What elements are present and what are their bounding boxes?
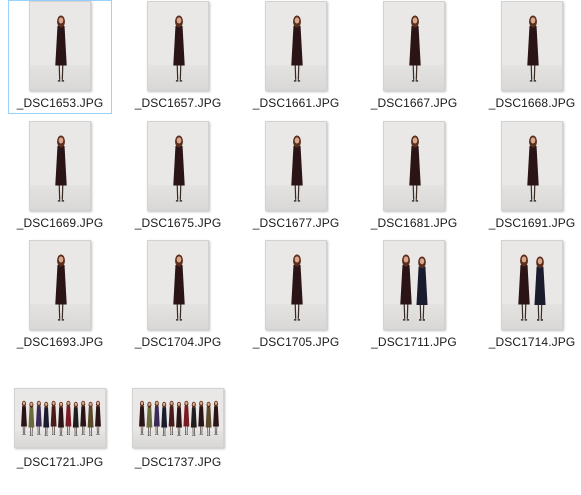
file-name: _DSC1691.JPG <box>488 216 576 230</box>
file-name: _DSC1677.JPG <box>252 216 340 230</box>
image-thumbnail <box>14 388 106 448</box>
file-name: _DSC1675.JPG <box>134 216 222 230</box>
file-name: _DSC1669.JPG <box>16 216 104 230</box>
file-name: _DSC1653.JPG <box>16 96 104 110</box>
file-name: _DSC1661.JPG <box>252 96 340 110</box>
file-item[interactable]: _DSC1714.JPG <box>480 239 581 353</box>
file-name: _DSC1721.JPG <box>16 455 104 469</box>
image-thumbnail <box>265 1 327 91</box>
file-name: _DSC1737.JPG <box>134 455 222 469</box>
image-thumbnail <box>501 121 563 211</box>
file-item[interactable]: _DSC1704.JPG <box>126 239 230 353</box>
file-thumbnail-grid: _DSC1653.JPG _DSC1657.JPG _DSC1661.JPG _… <box>0 0 581 495</box>
file-name: _DSC1693.JPG <box>16 335 104 349</box>
file-item[interactable]: _DSC1657.JPG <box>126 0 230 114</box>
file-item[interactable]: _DSC1693.JPG <box>8 239 112 353</box>
file-name: _DSC1681.JPG <box>370 216 458 230</box>
file-item[interactable]: _DSC1711.JPG <box>362 239 466 353</box>
file-item[interactable]: _DSC1661.JPG <box>244 0 348 114</box>
file-item[interactable]: _DSC1681.JPG <box>362 120 466 234</box>
image-thumbnail <box>383 1 445 91</box>
image-thumbnail <box>29 240 91 330</box>
image-thumbnail <box>147 121 209 211</box>
image-thumbnail <box>265 121 327 211</box>
image-thumbnail <box>501 240 563 330</box>
file-item[interactable]: _DSC1721.JPG <box>8 359 112 473</box>
image-thumbnail <box>383 240 445 330</box>
file-name: _DSC1667.JPG <box>370 96 458 110</box>
image-thumbnail <box>147 1 209 91</box>
file-item[interactable]: _DSC1653.JPG <box>8 0 112 114</box>
image-thumbnail <box>132 388 224 448</box>
image-thumbnail <box>501 1 563 91</box>
image-thumbnail <box>29 1 91 91</box>
file-name: _DSC1668.JPG <box>488 96 576 110</box>
file-name: _DSC1714.JPG <box>488 335 576 349</box>
file-name: _DSC1711.JPG <box>371 335 457 349</box>
file-name: _DSC1657.JPG <box>134 96 222 110</box>
image-thumbnail <box>29 121 91 211</box>
file-item[interactable]: _DSC1705.JPG <box>244 239 348 353</box>
image-thumbnail <box>383 121 445 211</box>
file-name: _DSC1705.JPG <box>252 335 340 349</box>
file-item[interactable]: _DSC1669.JPG <box>8 120 112 234</box>
file-item[interactable]: _DSC1667.JPG <box>362 0 466 114</box>
file-item[interactable]: _DSC1691.JPG <box>480 120 581 234</box>
file-item[interactable]: _DSC1668.JPG <box>480 0 581 114</box>
image-thumbnail <box>265 240 327 330</box>
image-thumbnail <box>147 240 209 330</box>
file-name: _DSC1704.JPG <box>134 335 222 349</box>
file-item[interactable]: _DSC1677.JPG <box>244 120 348 234</box>
file-item[interactable]: _DSC1675.JPG <box>126 120 230 234</box>
file-item[interactable]: _DSC1737.JPG <box>126 359 230 473</box>
